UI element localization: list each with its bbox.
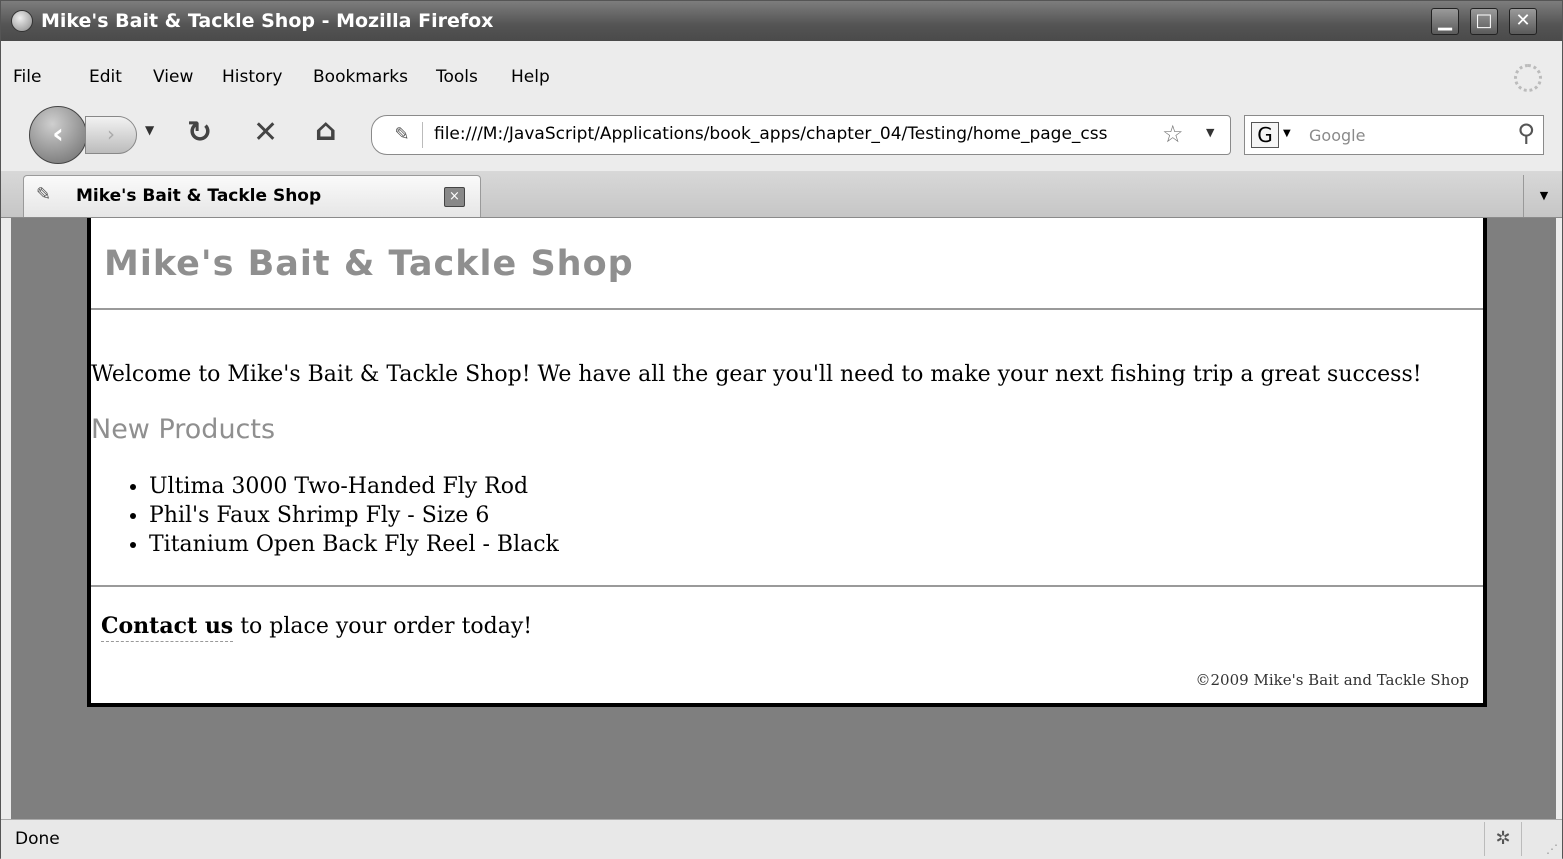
forward-button[interactable]: › [85,116,137,154]
products-list: Ultima 3000 Two-Handed Fly Rod Phil's Fa… [91,472,559,559]
search-icon[interactable]: ⚲ [1517,119,1535,147]
new-products-heading: New Products [91,414,276,445]
minimize-button[interactable]: ▁ [1431,8,1459,35]
menu-help[interactable]: Help [511,67,550,87]
close-window-button[interactable]: ✕ [1509,8,1537,35]
browser-window: Mike's Bait & Tackle Shop - Mozilla Fire… [0,0,1563,859]
page-container: Mike's Bait & Tackle Shop Welcome to Mik… [87,218,1487,707]
page-footer: Contact us to place your order today! ©2… [91,585,1483,703]
search-input[interactable]: Google [1309,126,1365,145]
menu-bookmarks[interactable]: Bookmarks [313,67,408,87]
list-item: Phil's Faux Shrimp Fly - Size 6 [149,501,559,530]
url-text[interactable]: file:///M:/JavaScript/Applications/book_… [434,124,1154,144]
reload-button[interactable]: ↻ [187,115,212,150]
tab-close-button[interactable]: × [444,187,465,207]
menu-view[interactable]: View [153,67,193,87]
menu-file[interactable]: File [13,67,41,87]
search-box[interactable]: G ▼ Google ⚲ [1244,115,1544,155]
firefox-icon [11,10,33,32]
throbber-icon [1514,64,1542,92]
site-title: Mike's Bait & Tackle Shop [104,244,634,284]
back-button[interactable]: ‹ [29,106,87,164]
contact-us-link[interactable]: Contact us [101,613,234,642]
search-engine-icon[interactable]: G [1251,122,1279,148]
menu-edit[interactable]: Edit [89,67,122,87]
list-item: Titanium Open Back Fly Reel - Black [149,530,559,559]
status-bar: Done ✲ ⋰ [1,819,1562,859]
resize-grip-icon[interactable]: ⋰ [1546,842,1558,856]
page-viewport: Mike's Bait & Tackle Shop Welcome to Mik… [11,218,1556,819]
contact-rest-text: to place your order today! [233,614,533,639]
menu-tools[interactable]: Tools [436,67,478,87]
tab-mikes-bait[interactable]: ✎ Mike's Bait & Tackle Shop × [23,175,481,217]
history-dropdown-icon[interactable]: ▼ [145,123,154,137]
home-button[interactable]: ⌂ [315,113,336,148]
menu-history[interactable]: History [222,67,282,87]
url-dropdown-icon[interactable]: ▼ [1206,126,1214,139]
url-bar[interactable]: ✎ file:///M:/JavaScript/Applications/boo… [371,115,1231,155]
site-identity-icon[interactable]: ✎ [382,122,423,148]
title-bar: Mike's Bait & Tackle Shop - Mozilla Fire… [1,1,1562,41]
stop-button[interactable]: ✕ [253,115,278,150]
search-engine-dropdown-icon[interactable]: ▼ [1283,128,1291,139]
tab-label: Mike's Bait & Tackle Shop [76,186,322,206]
list-item: Ultima 3000 Two-Handed Fly Rod [149,472,559,501]
tab-favicon-icon: ✎ [36,184,52,205]
page-header: Mike's Bait & Tackle Shop [91,218,1483,310]
copyright: ©2009 Mike's Bait and Tackle Shop [1195,671,1469,689]
window-title: Mike's Bait & Tackle Shop - Mozilla Fire… [41,10,494,32]
maximize-button[interactable]: □ [1470,8,1498,35]
firebug-icon[interactable]: ✲ [1484,822,1522,856]
list-all-tabs-icon[interactable]: ▼ [1523,175,1563,217]
contact-line: Contact us to place your order today! [101,613,533,642]
status-text: Done [15,829,60,849]
welcome-text: Welcome to Mike's Bait & Tackle Shop! We… [91,362,1422,387]
menu-bar: File Edit View History Bookmarks Tools H… [1,61,1562,93]
bookmark-star-icon[interactable]: ☆ [1162,120,1184,148]
